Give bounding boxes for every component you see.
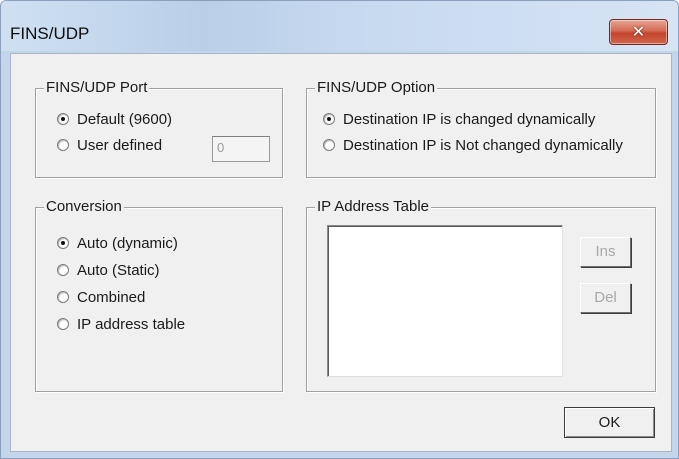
radio-ip-not-changed-dynamically[interactable]: Destination IP is Not changed dynamicall…	[323, 136, 653, 156]
radio-ip-not-changed-label: Destination IP is Not changed dynamicall…	[343, 137, 623, 154]
radio-combined-label: Combined	[77, 289, 146, 306]
radio-combined-indicator[interactable]	[57, 291, 69, 303]
dialog-window: FINS/UDP ✕ FINS/UDP Port Default (9600) …	[0, 0, 679, 459]
radio-auto-static-indicator[interactable]	[57, 264, 69, 276]
radio-ip-not-changed-indicator[interactable]	[323, 139, 335, 151]
del-button[interactable]: Del	[580, 283, 631, 313]
radio-auto-dynamic[interactable]: Auto (dynamic)	[57, 234, 257, 254]
conversion-group: Conversion Auto (dynamic) Auto (Static) …	[35, 197, 283, 392]
radio-auto-dynamic-indicator[interactable]	[57, 237, 69, 249]
radio-default-port-label: Default (9600)	[77, 111, 173, 128]
radio-auto-static-label: Auto (Static)	[77, 262, 160, 279]
fins-udp-option-group: FINS/UDP Option Destination IP is change…	[306, 78, 656, 178]
title-bar[interactable]: FINS/UDP ✕	[1, 1, 678, 51]
radio-combined[interactable]: Combined	[57, 288, 257, 308]
close-icon: ✕	[631, 22, 646, 41]
window-title: FINS/UDP	[10, 24, 90, 43]
fins-udp-port-group: FINS/UDP Port Default (9600) User define…	[35, 78, 283, 178]
radio-user-defined-port[interactable]: User defined	[57, 136, 197, 156]
ip-address-table-legend: IP Address Table	[315, 197, 432, 217]
fins-udp-port-legend: FINS/UDP Port	[44, 78, 150, 98]
radio-ip-address-table-indicator[interactable]	[57, 318, 69, 330]
radio-user-defined-port-label: User defined	[77, 137, 163, 154]
radio-ip-address-table[interactable]: IP address table	[57, 315, 257, 335]
ok-button[interactable]: OK	[564, 407, 655, 438]
ip-address-table-group: IP Address Table Ins Del	[306, 197, 656, 392]
radio-ip-changed-dynamically[interactable]: Destination IP is changed dynamically	[323, 110, 648, 130]
close-button[interactable]: ✕	[609, 19, 668, 45]
conversion-legend: Conversion	[44, 197, 124, 217]
ip-address-list[interactable]	[327, 225, 563, 377]
fins-udp-option-legend: FINS/UDP Option	[315, 78, 438, 98]
radio-default-port-indicator[interactable]	[57, 113, 69, 125]
radio-auto-dynamic-label: Auto (dynamic)	[77, 235, 178, 252]
radio-user-defined-port-indicator[interactable]	[57, 139, 69, 151]
dialog-client-area: FINS/UDP Port Default (9600) User define…	[10, 53, 672, 452]
radio-ip-changed-indicator[interactable]	[323, 113, 335, 125]
radio-ip-address-table-label: IP address table	[77, 316, 186, 333]
ins-button[interactable]: Ins	[580, 237, 631, 267]
radio-auto-static[interactable]: Auto (Static)	[57, 261, 257, 281]
radio-default-port[interactable]: Default (9600)	[57, 110, 257, 130]
user-defined-port-input[interactable]: 0	[212, 136, 270, 162]
radio-ip-changed-label: Destination IP is changed dynamically	[343, 111, 596, 128]
